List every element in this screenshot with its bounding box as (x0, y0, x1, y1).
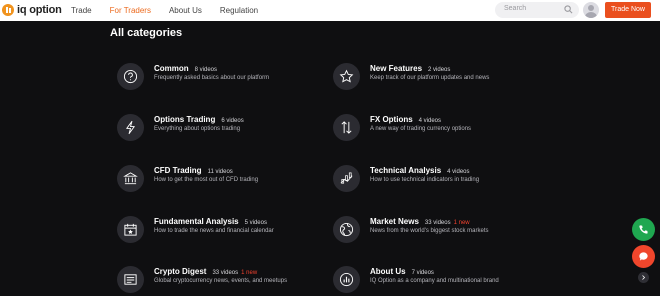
video-count: 33 videos (424, 220, 451, 226)
category-title: Options Trading 6 videos (154, 115, 244, 124)
globe-icon (333, 216, 360, 243)
star-icon (333, 63, 360, 90)
category-title: New Features 2 videos (370, 64, 451, 73)
exchange-arrows-icon (333, 114, 360, 141)
video-count: 11 videos (207, 169, 233, 175)
category-description: News from the world's biggest stock mark… (370, 228, 489, 234)
phone-icon (639, 225, 648, 234)
bar-chart-icon (333, 266, 360, 293)
category-card-options-trading[interactable]: Options Trading 6 videos Everything about… (117, 114, 317, 144)
category-card-fx-options[interactable]: FX Options 4 videos A new way of trading … (333, 114, 533, 144)
category-description: IQ Option as a company and multinational… (370, 278, 499, 284)
category-description: A new way of trading currency options (370, 126, 472, 132)
video-count: 6 videos (221, 118, 244, 124)
category-card-about-us[interactable]: About Us 7 videos IQ Option as a company … (333, 266, 533, 296)
new-badge: 1 new (453, 220, 470, 226)
video-count: 33 videos (212, 270, 239, 276)
video-count: 7 videos (411, 270, 434, 276)
category-card-cfd-trading[interactable]: CFD Trading 11 videos How to get the most… (117, 165, 317, 195)
call-button[interactable] (632, 218, 655, 241)
video-count: 8 videos (194, 67, 218, 73)
video-count: 2 videos (428, 67, 451, 73)
search-icon[interactable] (564, 5, 573, 14)
category-title: CFD Trading 11 videos (154, 166, 233, 175)
video-count: 4 videos (447, 169, 470, 175)
logo-text: iq option (17, 4, 62, 16)
chevron-right-icon (642, 275, 646, 280)
category-card-common[interactable]: Common 8 videos Frequently asked basics a… (117, 63, 317, 93)
category-title: Market News 33 videos 1 new (370, 217, 470, 226)
search-placeholder: Search (504, 5, 527, 12)
category-title: Technical Analysis 4 videos (370, 166, 470, 175)
scroll-next-button[interactable] (638, 272, 649, 283)
indicator-chart-icon (333, 165, 360, 192)
nav-item-trade[interactable]: Trade (71, 0, 92, 21)
lightning-icon (117, 114, 144, 141)
nav-item-regulation[interactable]: Regulation (220, 0, 258, 21)
category-card-fundamental-analysis[interactable]: Fundamental Analysis 5 videos How to trad… (117, 216, 317, 246)
logo-mark-icon (2, 4, 14, 16)
video-count: 5 videos (244, 220, 267, 226)
category-card-market-news[interactable]: Market News 33 videos 1 new News from the … (333, 216, 533, 246)
category-card-crypto-digest[interactable]: Crypto Digest 33 videos 1 new Global crypt… (117, 266, 317, 296)
category-description: Frequently asked basics about our platfo… (154, 75, 270, 81)
top-navigation-bar: iq option Trade For Traders About Us Reg… (0, 0, 660, 21)
search-input[interactable]: Search (495, 2, 579, 18)
category-title: Common 8 videos (154, 64, 218, 73)
category-description: Keep track of our platform updates and n… (370, 75, 490, 81)
category-description: How to get the most out of CFD trading (154, 177, 259, 183)
user-avatar[interactable] (583, 2, 599, 18)
calendar-icon (117, 216, 144, 243)
page-title: All categories (110, 27, 183, 39)
iq-option-logo[interactable]: iq option (2, 3, 62, 17)
category-title: Fundamental Analysis 5 videos (154, 217, 267, 226)
category-description: How to trade the news and financial cale… (154, 228, 274, 234)
main-nav: Trade For Traders About Us Regulation (71, 0, 276, 21)
category-card-technical-analysis[interactable]: Technical Analysis 4 videos How to use te… (333, 165, 533, 195)
category-card-new-features[interactable]: New Features 2 videos Keep track of our p… (333, 63, 533, 93)
category-title: Crypto Digest 33 videos 1 new (154, 267, 258, 276)
category-description: Global cryptocurrency news, events, and … (154, 278, 288, 284)
video-count: 4 videos (418, 118, 442, 124)
category-title: FX Options 4 videos (370, 115, 442, 124)
chat-button[interactable] (632, 245, 655, 268)
category-description: How to use technical indicators in tradi… (370, 177, 480, 183)
category-description: Everything about options trading (154, 126, 241, 132)
chat-bubble-icon (639, 252, 648, 261)
bank-icon (117, 165, 144, 192)
nav-item-for-traders[interactable]: For Traders (110, 0, 151, 21)
newspaper-icon (117, 266, 144, 293)
category-title: About Us 7 videos (370, 267, 434, 276)
trade-now-button[interactable]: Trade Now (605, 2, 651, 18)
new-badge: 1 new (241, 270, 258, 276)
question-icon (117, 63, 144, 90)
nav-item-about-us[interactable]: About Us (169, 0, 202, 21)
